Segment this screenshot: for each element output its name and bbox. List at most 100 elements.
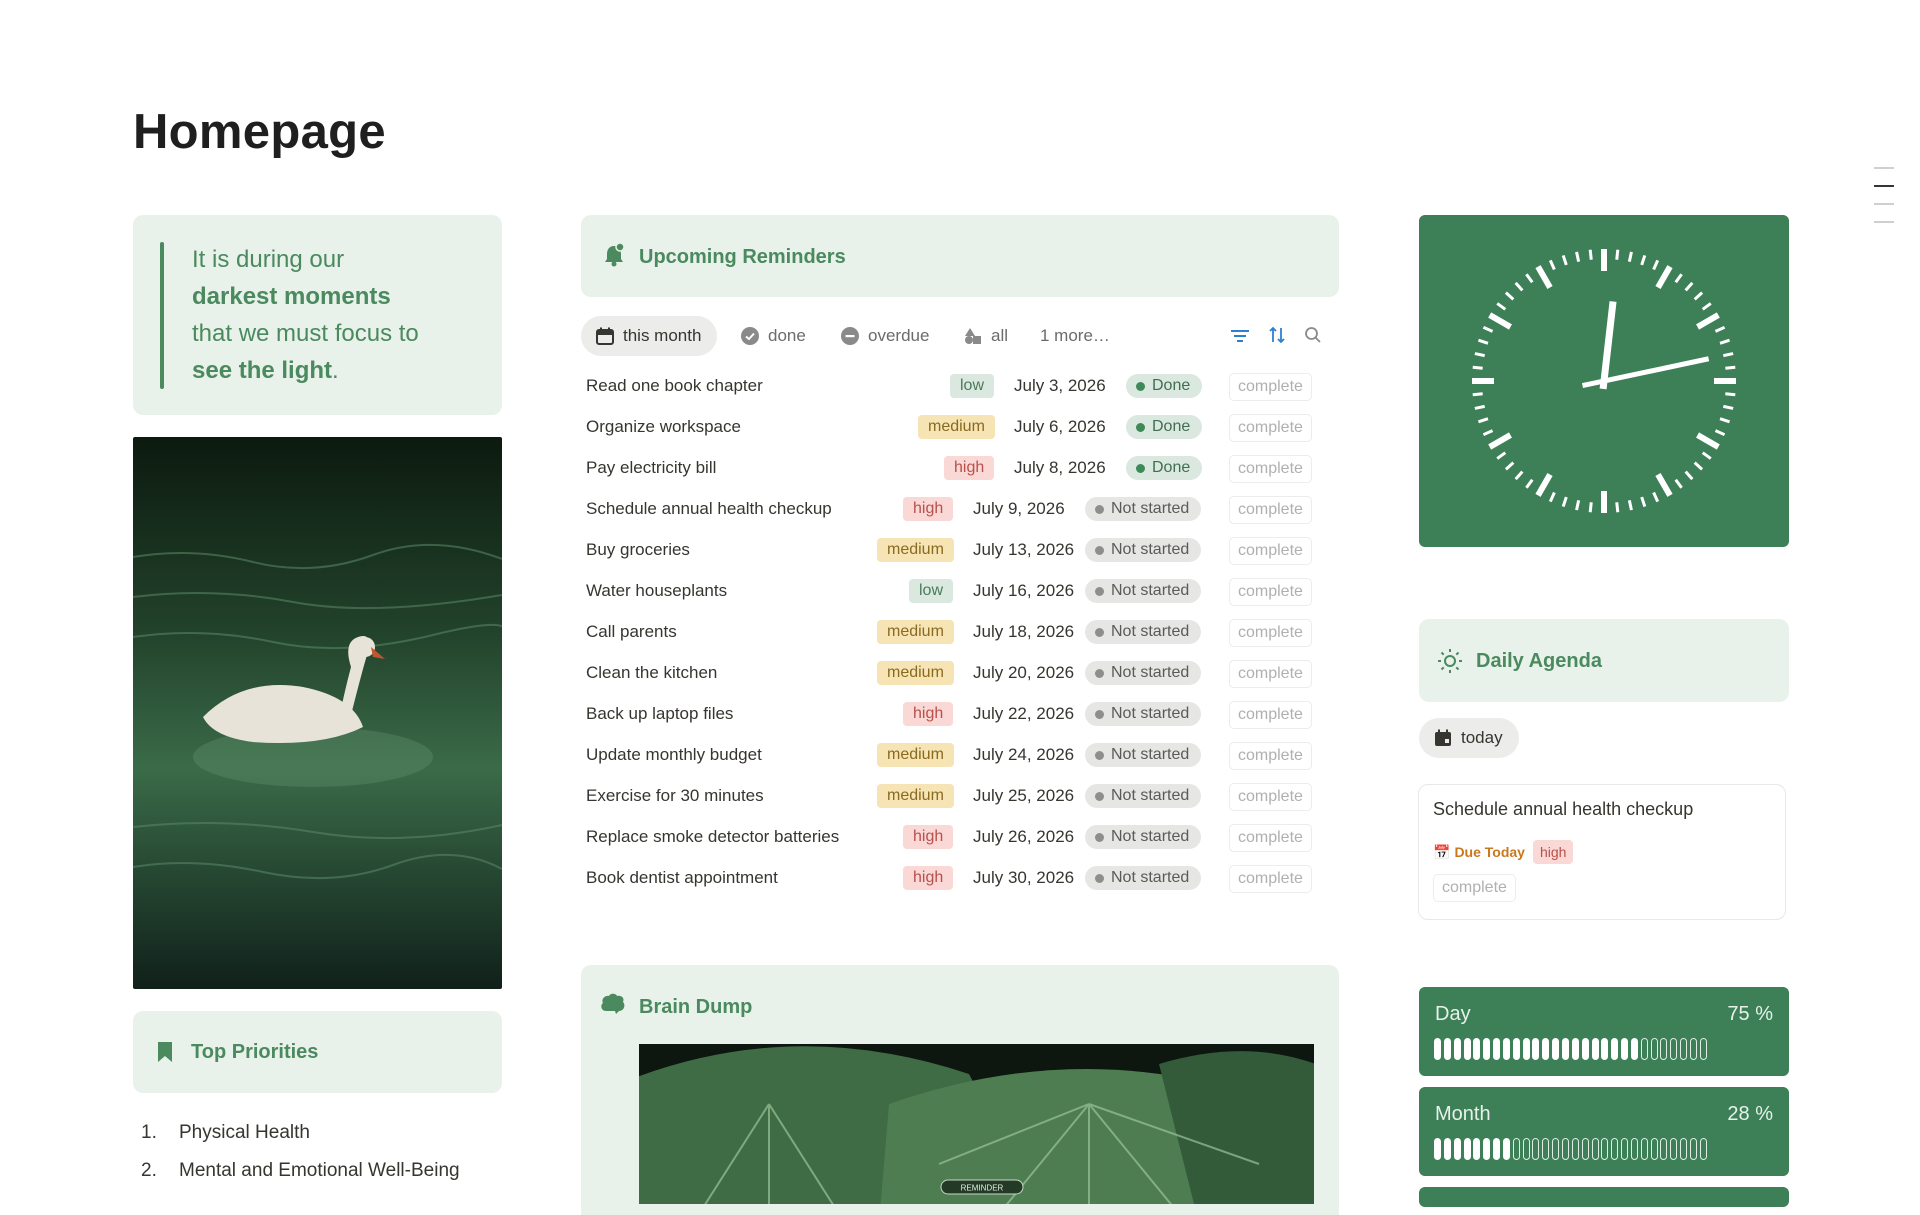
progress-segment [1630,1138,1638,1160]
table-row[interactable]: Update monthly budget medium July 24, 2026… [586,736,1320,777]
table-row[interactable]: Organize workspace medium July 6, 2026 Done… [586,408,1320,449]
tab-overdue[interactable]: overdue [840,316,929,356]
toc-marker-active[interactable] [1874,185,1894,187]
status-dot [1136,422,1145,432]
status-badge: Not started [1085,538,1202,562]
leaf-photo-caption: REMINDER [961,1184,1004,1193]
calendar-icon [1433,728,1453,748]
progress-segment [1581,1138,1589,1160]
task-name: Book dentist appointment [586,868,778,887]
complete-button[interactable]: complete [1229,578,1312,606]
complete-button[interactable]: complete [1229,865,1312,893]
progress-segment [1591,1138,1599,1160]
due-date: July 30, 2026 [973,868,1075,887]
status-badge: Not started [1085,497,1202,521]
progress-segment [1699,1038,1707,1060]
progress-segment [1473,1138,1481,1160]
check-circle-icon [740,326,760,346]
tab-label: done [768,326,806,345]
complete-button[interactable]: complete [1229,537,1312,565]
complete-button[interactable]: complete [1229,660,1312,688]
quote-bar [160,242,164,389]
due-date: July 13, 2026 [973,540,1075,559]
priorities-list: 1. Physical Health 2. Mental and Emotional… [133,1114,460,1190]
status-label: Not started [1111,664,1190,681]
table-row[interactable]: Water houseplants low July 16, 2026 Not sta… [586,572,1320,613]
complete-button[interactable]: complete [1433,874,1516,902]
priority-badge: high [1532,840,1574,864]
progress-segment [1571,1138,1579,1160]
priority-badge: medium [877,784,954,808]
complete-button[interactable]: complete [1229,619,1312,647]
due-date: July 8, 2026 [1014,458,1106,477]
table-row[interactable]: Exercise for 30 minutes medium July 25, 20… [586,777,1320,818]
status-label: Not started [1111,582,1190,599]
progress-segment [1493,1038,1501,1060]
priority-badge: high [903,497,954,521]
complete-button[interactable]: complete [1229,824,1312,852]
toc-marker[interactable] [1874,221,1894,223]
complete-button[interactable]: complete [1229,742,1312,770]
clock-minute-mark [1548,491,1556,503]
quote-emphasis: see the light [192,357,333,384]
progress-segment [1689,1038,1697,1060]
table-row[interactable]: Call parents medium July 18, 2026 Not start… [586,613,1320,654]
table-row[interactable]: Book dentist appointment high July 30, 202… [586,859,1320,900]
complete-button[interactable]: complete [1229,701,1312,729]
progress-segment [1522,1138,1530,1160]
status-label: Not started [1111,869,1190,886]
table-row[interactable]: Schedule annual health checkup high July 9… [586,490,1320,531]
sort-icon[interactable] [1267,325,1287,345]
filter-icon[interactable] [1230,326,1250,346]
complete-button[interactable]: complete [1229,455,1312,483]
status-dot [1095,709,1104,719]
status-label: Done [1152,377,1191,394]
status-dot [1095,627,1104,637]
clock-minute-mark [1474,352,1485,358]
tab-more[interactable]: 1 more… [1040,316,1110,356]
table-row[interactable]: Read one book chapter low July 3, 2026 Done… [586,367,1320,408]
complete-button[interactable]: complete [1229,496,1312,524]
progress-segment [1561,1038,1569,1060]
progress-label: Month [1435,1103,1491,1125]
table-row[interactable]: Pay electricity bill high July 8, 2026 Done… [586,449,1320,490]
top-priorities-title: Top Priorities [191,1041,319,1063]
clock-minute-mark [1674,273,1683,284]
table-row[interactable]: Buy groceries medium July 13, 2026 Not star… [586,531,1320,572]
tab-this-month[interactable]: this month [581,316,718,356]
tab-all[interactable]: all [963,316,1008,356]
clock-minute-mark [1701,451,1712,460]
status-dot [1095,832,1104,842]
clock-hour-mark [1696,312,1720,330]
complete-button[interactable]: complete [1229,373,1312,401]
table-row[interactable]: Replace smoke detector batteries high July… [586,818,1320,859]
complete-button[interactable]: complete [1229,414,1312,442]
analog-clock [1419,215,1789,547]
clock-minute-mark [1496,302,1507,311]
status-dot [1095,750,1104,760]
task-name: Update monthly budget [586,745,762,764]
tab-today[interactable]: today [1419,718,1519,758]
clock-minute-mark [1652,491,1660,503]
status-label: Not started [1111,500,1190,517]
clock-minute-mark [1477,417,1489,424]
clock-hour-mark [1655,265,1673,289]
list-item: 1. Physical Health [133,1114,460,1152]
progress-segment [1542,1038,1550,1060]
complete-button[interactable]: complete [1229,783,1312,811]
tab-done[interactable]: done [740,316,806,356]
table-row[interactable]: Clean the kitchen medium July 20, 2026 Not … [586,654,1320,695]
brain-icon [600,992,626,1016]
table-row[interactable]: Back up laptop files high July 22, 2026 Not… [586,695,1320,736]
progress-segment [1581,1038,1589,1060]
status-label: Not started [1111,828,1190,845]
toc-marker[interactable] [1874,203,1894,205]
due-date: July 18, 2026 [973,622,1075,641]
search-icon[interactable] [1303,325,1323,345]
agenda-card[interactable]: Schedule annual health checkup 📅 Due Toda… [1418,784,1786,920]
task-name: Call parents [586,622,677,641]
toc-marker[interactable] [1874,167,1894,169]
progress-segment [1552,1038,1560,1060]
daily-agenda-title: Daily Agenda [1476,650,1602,672]
status-dot [1095,504,1104,514]
